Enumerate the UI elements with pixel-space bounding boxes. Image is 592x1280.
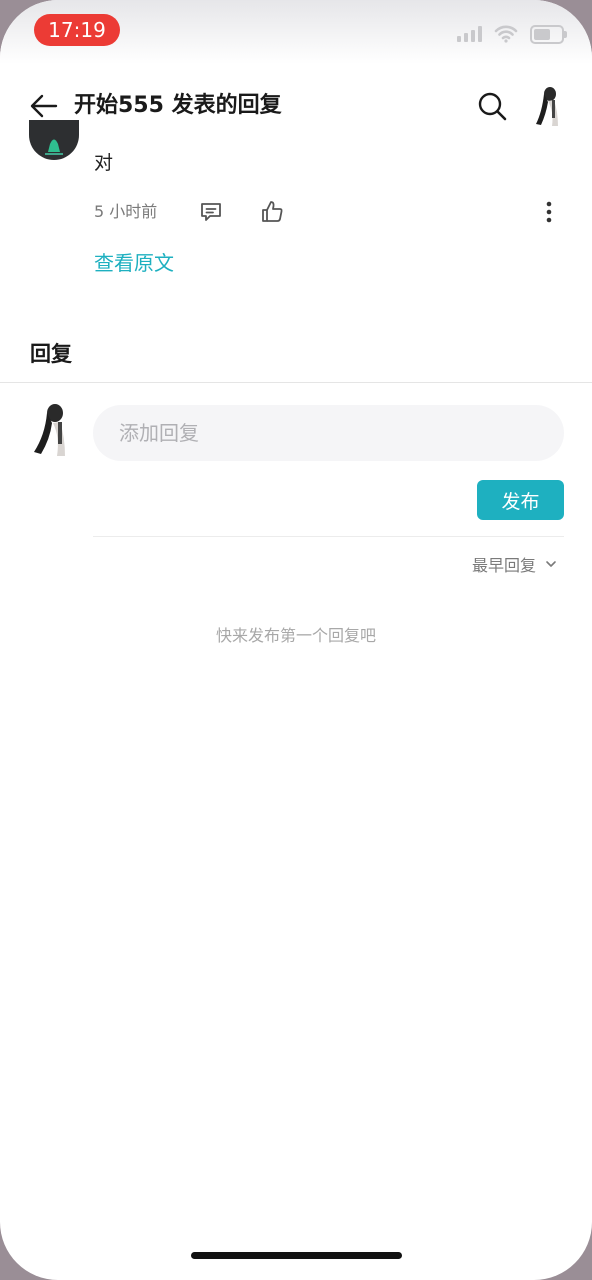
view-original-link[interactable]: 查看原文 xyxy=(94,247,174,276)
comment-reply-icon[interactable] xyxy=(199,200,223,224)
empty-replies-hint: 快来发布第一个回复吧 xyxy=(215,626,376,645)
commenter-avatar[interactable] xyxy=(29,120,79,160)
cellular-signal-icon xyxy=(457,26,482,42)
back-arrow-icon[interactable] xyxy=(28,90,60,122)
comment-text: 对 xyxy=(94,152,114,174)
user-avatar[interactable] xyxy=(528,84,566,128)
thumbs-up-icon[interactable] xyxy=(260,198,284,224)
reply-input[interactable] xyxy=(93,405,564,461)
reply-divider xyxy=(93,536,564,537)
status-bar: 17:19 xyxy=(0,0,592,64)
phone-screen: 17:19 开始555 发表的回复 对 5 小时前 查看原文 回复 添加回复 发… xyxy=(0,0,592,1280)
section-divider xyxy=(0,382,592,383)
more-options-icon[interactable] xyxy=(540,200,558,224)
publish-button[interactable]: 发布 xyxy=(477,480,564,520)
replies-heading: 回复 xyxy=(30,342,72,366)
status-icons xyxy=(457,24,567,44)
navigation-bar: 开始555 发表的回复 xyxy=(0,80,592,132)
chevron-down-icon xyxy=(546,561,556,567)
sort-dropdown[interactable]: 最早回复 xyxy=(472,552,558,576)
status-time[interactable]: 17:19 xyxy=(34,14,120,46)
sort-label: 最早回复 xyxy=(471,556,536,575)
search-icon[interactable] xyxy=(476,90,508,122)
home-indicator[interactable] xyxy=(191,1252,402,1259)
battery-icon xyxy=(530,24,567,44)
page-title: 开始555 发表的回复 xyxy=(74,93,282,118)
wifi-icon xyxy=(494,25,518,43)
my-avatar xyxy=(28,403,74,457)
comment-timestamp: 5 小时前 xyxy=(94,202,158,221)
